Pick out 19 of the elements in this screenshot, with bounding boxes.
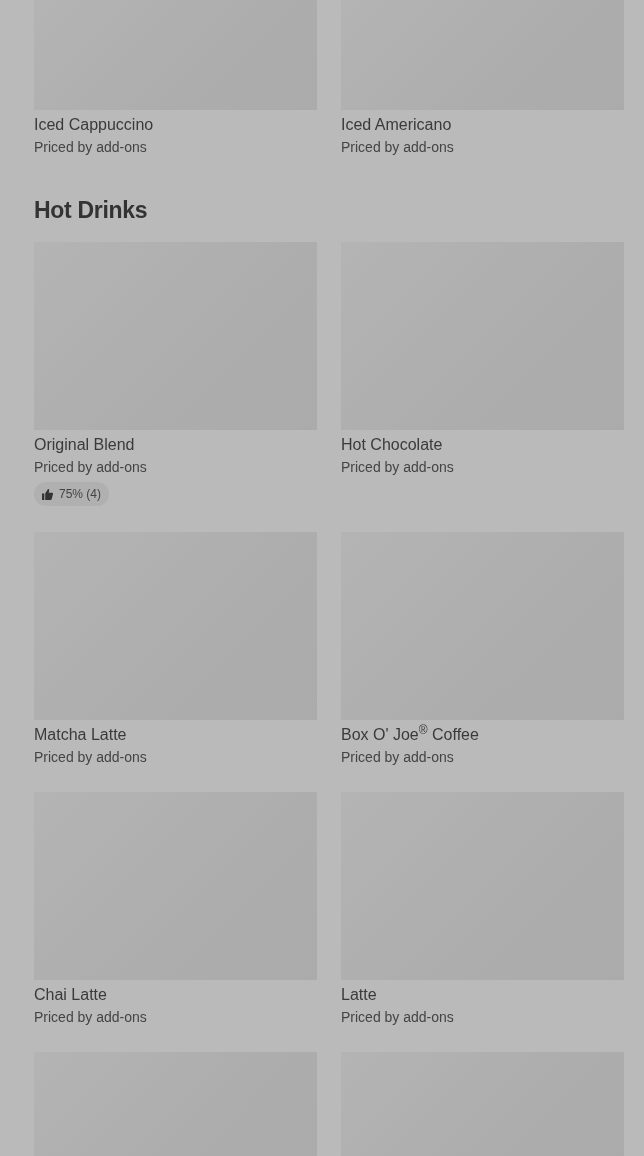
item-name[interactable]: Latte (341, 984, 624, 1005)
item-name[interactable]: Iced Cappuccino (34, 115, 317, 135)
item-name[interactable]: Chai Latte (34, 984, 317, 1005)
item-price: Priced by add-ons (341, 458, 455, 477)
rating-badge: 75% (4) (34, 482, 110, 506)
item-name[interactable]: Box O' Joe$^{®}$ Coffee (341, 724, 624, 745)
thumbs-up-icon (42, 488, 53, 500)
item-price: Priced by add-ons (34, 747, 148, 767)
item-price: Priced by add-ons (34, 1007, 148, 1027)
item-name[interactable]: Hot Chocolate (341, 435, 624, 455)
item-price: Priced by add-ons (341, 138, 455, 157)
item-price: Priced by add-ons (34, 138, 148, 157)
item-price: Priced by add-ons (34, 458, 148, 477)
item-name[interactable]: Original Blend (34, 435, 317, 455)
section-heading: Hot Drinks (34, 196, 149, 225)
item-name[interactable]: Iced Americano (341, 115, 624, 135)
item-name[interactable]: Matcha Latte (34, 724, 317, 745)
item-price: Priced by add-ons (341, 1007, 455, 1027)
item-price: Priced by add-ons (341, 747, 455, 767)
